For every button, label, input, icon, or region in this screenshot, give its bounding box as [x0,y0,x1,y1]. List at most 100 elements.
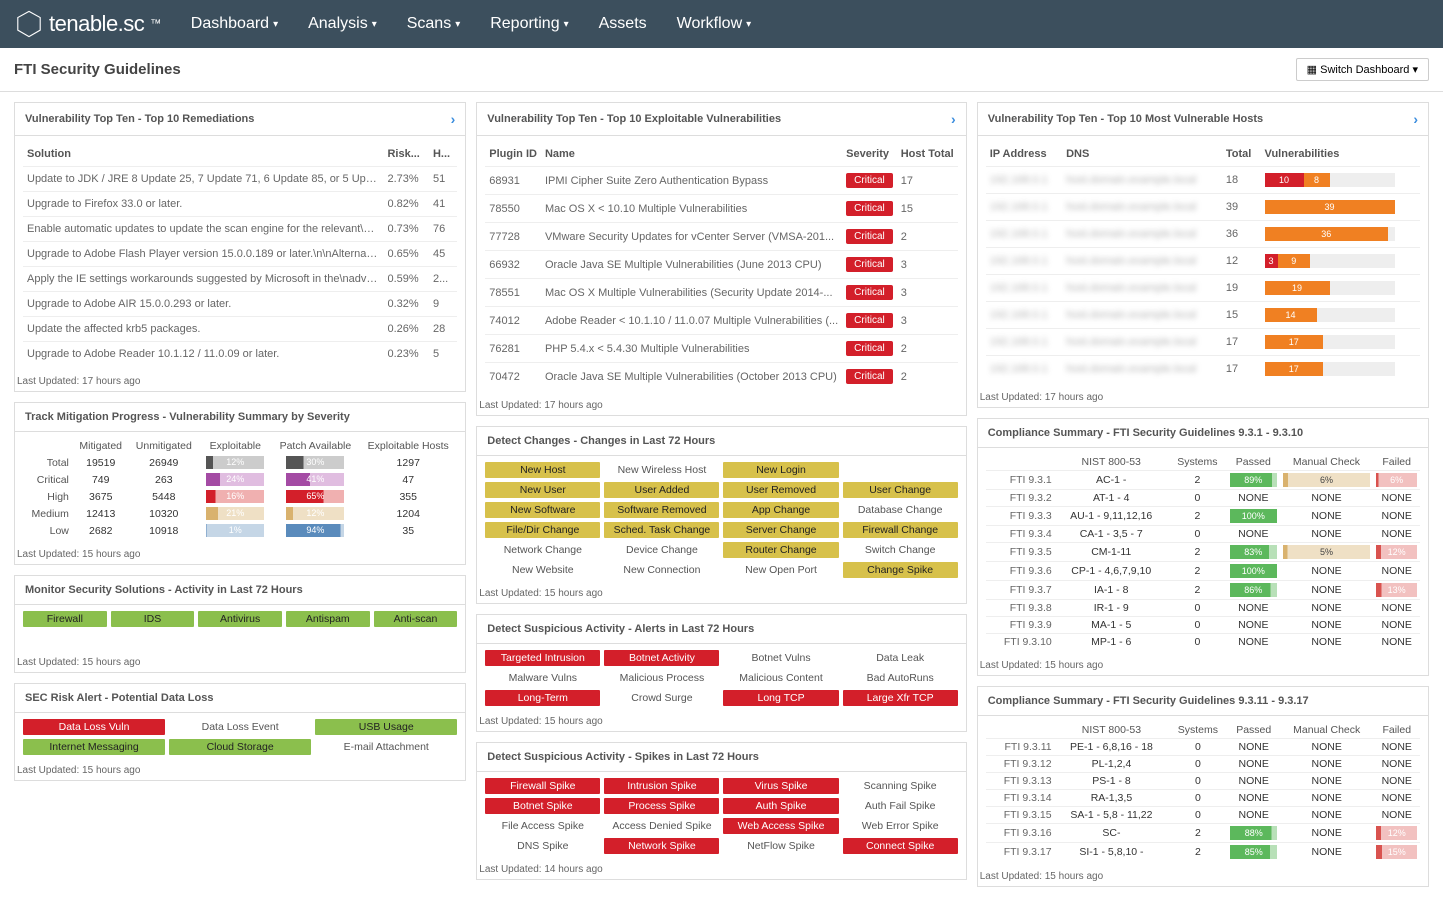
chip[interactable]: New Login [723,462,838,478]
table-row[interactable]: 192.168.0.1host.domain.example.local1919 [986,275,1420,302]
chip[interactable]: Web Error Spike [843,818,958,834]
chip[interactable]: NetFlow Spike [723,838,838,854]
chip[interactable]: Botnet Spike [485,798,600,814]
chip[interactable]: Change Spike [843,562,958,578]
chip[interactable]: Long TCP [723,690,838,706]
table-row[interactable]: FTI 9.3.11PE-1 - 6,8,16 - 180NONENONENON… [986,739,1420,756]
table-row[interactable]: 192.168.0.1host.domain.example.local1717 [986,356,1420,383]
table-row[interactable]: Critical74926324%41%47 [23,471,457,488]
chip[interactable]: File Access Spike [485,818,600,834]
chip[interactable]: Router Change [723,542,838,558]
switch-dashboard-button[interactable]: ▦ Switch Dashboard ▾ [1296,58,1429,81]
table-row[interactable]: Total195192694912%30%1297 [23,454,457,471]
chip[interactable]: User Change [843,482,958,498]
chip[interactable]: Botnet Vulns [723,650,838,666]
chip[interactable]: Large Xfr TCP [843,690,958,706]
table-row[interactable]: Update the affected krb5 packages.0.26%2… [23,317,457,342]
table-row[interactable]: FTI 9.3.6CP-1 - 4,6,7,9,102100%NONENONE [986,562,1420,581]
table-row[interactable]: FTI 9.3.3AU-1 - 9,11,12,162100%NONENONE [986,507,1420,526]
chip[interactable]: Cloud Storage [169,739,311,755]
panel-expand-icon[interactable]: › [451,111,456,127]
table-row[interactable]: 78551Mac OS X Multiple Vulnerabilities (… [485,279,957,307]
chip[interactable]: Connect Spike [843,838,958,854]
chip[interactable]: Auth Fail Spike [843,798,958,814]
chip[interactable]: USB Usage [315,719,457,735]
table-row[interactable]: 77728VMware Security Updates for vCenter… [485,223,957,251]
table-row[interactable]: Upgrade to Adobe Flash Player version 15… [23,242,457,267]
nav-item-dashboard[interactable]: Dashboard▾ [191,15,278,33]
table-row[interactable]: FTI 9.3.16SC-288%NONE12% [986,824,1420,843]
table-row[interactable]: 192.168.0.1host.domain.example.local1239 [986,248,1420,275]
table-row[interactable]: FTI 9.3.12PL-1,2,40NONENONENONE [986,756,1420,773]
nav-item-workflow[interactable]: Workflow▾ [677,15,752,33]
table-row[interactable]: Low2682109181%94%35 [23,522,457,539]
chip[interactable]: Network Change [485,542,600,558]
table-row[interactable]: FTI 9.3.2AT-1 - 40NONENONENONE [986,490,1420,507]
table-row[interactable]: FTI 9.3.7IA-1 - 8286%NONE13% [986,581,1420,600]
chip[interactable]: Access Denied Spike [604,818,719,834]
nav-item-scans[interactable]: Scans▾ [407,15,461,33]
chip[interactable]: Bad AutoRuns [843,670,958,686]
table-row[interactable]: Update to JDK / JRE 8 Update 25, 7 Updat… [23,167,457,192]
chip[interactable]: Firewall [23,611,107,627]
table-row[interactable]: FTI 9.3.14RA-1,3,50NONENONENONE [986,790,1420,807]
chip[interactable]: New User [485,482,600,498]
chip[interactable]: Network Spike [604,838,719,854]
table-row[interactable]: FTI 9.3.4CA-1 - 3,5 - 70NONENONENONE [986,526,1420,543]
chip[interactable]: New Website [485,562,600,578]
nav-item-reporting[interactable]: Reporting▾ [490,15,568,33]
chip[interactable]: Data Loss Event [169,719,311,735]
table-row[interactable]: 78550Mac OS X < 10.10 Multiple Vulnerabi… [485,195,957,223]
chip[interactable]: Long-Term [485,690,600,706]
table-row[interactable]: Upgrade to Firefox 33.0 or later.0.82%41 [23,192,457,217]
panel-expand-icon[interactable]: › [951,111,956,127]
table-row[interactable]: 192.168.0.1host.domain.example.local1514 [986,302,1420,329]
chip[interactable]: IDS [111,611,195,627]
table-row[interactable]: FTI 9.3.10MP-1 - 60NONENONENONE [986,634,1420,651]
chip[interactable]: Anti-scan [374,611,458,627]
table-row[interactable]: High3675544816%65%355 [23,488,457,505]
chip[interactable]: Virus Spike [723,778,838,794]
chip[interactable]: Server Change [723,522,838,538]
table-row[interactable]: 70472Oracle Java SE Multiple Vulnerabili… [485,363,957,391]
table-row[interactable]: FTI 9.3.15SA-1 - 5,8 - 11,220NONENONENON… [986,807,1420,824]
chip[interactable]: New Wireless Host [604,462,719,478]
table-row[interactable]: Upgrade to Adobe AIR 15.0.0.293 or later… [23,292,457,317]
chip[interactable]: File/Dir Change [485,522,600,538]
chip[interactable]: Antivirus [198,611,282,627]
table-row[interactable]: 192.168.0.1host.domain.example.local3939 [986,194,1420,221]
chip[interactable]: Auth Spike [723,798,838,814]
chip[interactable] [843,462,958,478]
chip[interactable]: Data Leak [843,650,958,666]
chip[interactable]: New Open Port [723,562,838,578]
table-row[interactable]: 192.168.0.1host.domain.example.local1810… [986,167,1420,194]
table-row[interactable]: 74012Adobe Reader < 10.1.10 / 11.0.07 Mu… [485,307,957,335]
chip[interactable]: Switch Change [843,542,958,558]
table-row[interactable]: Apply the IE settings workarounds sugges… [23,267,457,292]
chip[interactable]: E-mail Attachment [315,739,457,755]
nav-item-analysis[interactable]: Analysis▾ [308,15,377,33]
chip[interactable]: Firewall Spike [485,778,600,794]
chip[interactable]: Malicious Content [723,670,838,686]
chip[interactable]: User Removed [723,482,838,498]
table-row[interactable]: FTI 9.3.5CM-1-11283%5%12% [986,543,1420,562]
chip[interactable]: Targeted Intrusion [485,650,600,666]
chip[interactable]: New Host [485,462,600,478]
chip[interactable]: Database Change [843,502,958,518]
table-row[interactable]: 76281PHP 5.4.x < 5.4.30 Multiple Vulnera… [485,335,957,363]
nav-item-assets[interactable]: Assets [599,15,647,33]
table-row[interactable]: FTI 9.3.1AC-1 -289%6%6% [986,471,1420,490]
chip[interactable]: User Added [604,482,719,498]
chip[interactable]: Process Spike [604,798,719,814]
table-row[interactable]: 192.168.0.1host.domain.example.local3636 [986,221,1420,248]
chip[interactable]: Sched. Task Change [604,522,719,538]
chip[interactable]: Malware Vulns [485,670,600,686]
table-row[interactable]: FTI 9.3.13PS-1 - 80NONENONENONE [986,773,1420,790]
chip[interactable]: Firewall Change [843,522,958,538]
chip[interactable]: Data Loss Vuln [23,719,165,735]
chip[interactable]: New Connection [604,562,719,578]
brand-logo[interactable]: tenable.sc™ [15,10,161,38]
table-row[interactable]: 66932Oracle Java SE Multiple Vulnerabili… [485,251,957,279]
table-row[interactable]: 68931IPMI Cipher Suite Zero Authenticati… [485,167,957,195]
table-row[interactable]: Medium124131032021%12%1204 [23,505,457,522]
